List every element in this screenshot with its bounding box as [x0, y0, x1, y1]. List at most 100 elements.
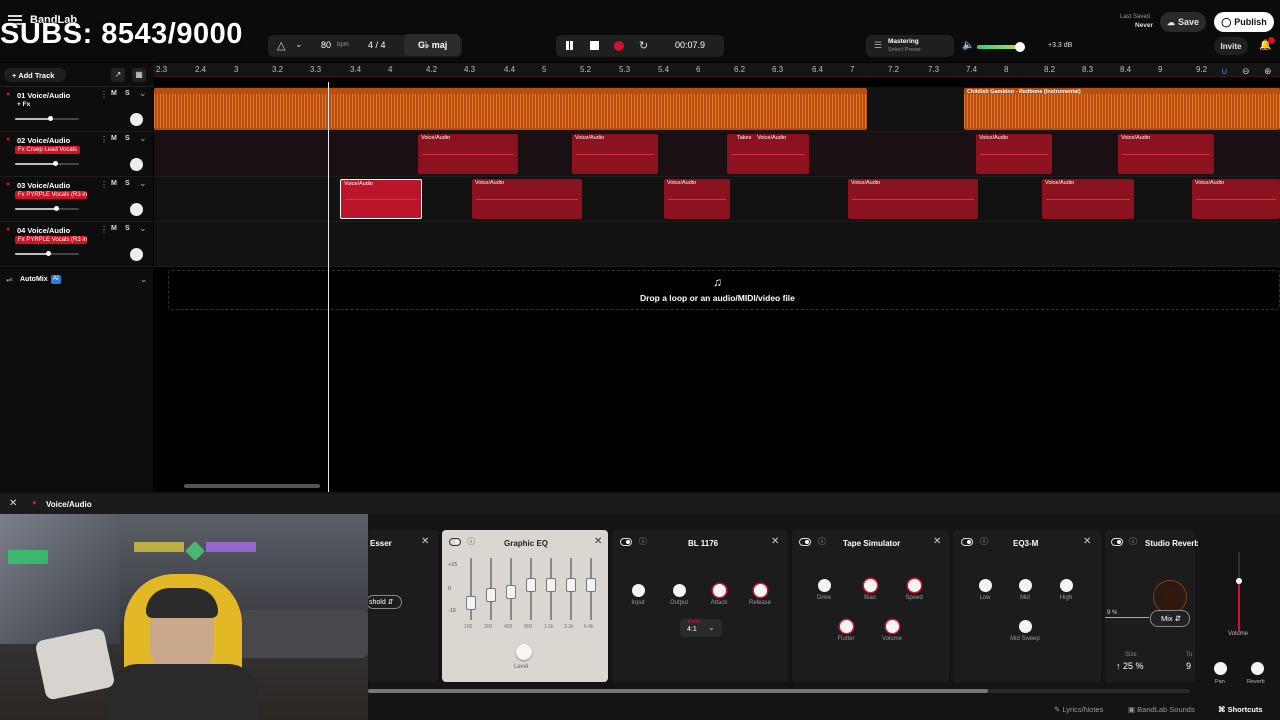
fx-preset-tag[interactable]: Fx Creep Lead Vocals	[15, 146, 81, 154]
eq-band-slider[interactable]	[526, 558, 536, 620]
info-icon[interactable]: ⓘ	[980, 536, 988, 547]
drop-zone[interactable]: ♫ Drop a loop or an audio/MIDI/video fil…	[168, 270, 1280, 310]
mute-button[interactable]: M	[111, 225, 117, 232]
invite-button[interactable]: Invite	[1214, 37, 1248, 55]
add-track-button[interactable]: + Add Track	[4, 68, 66, 82]
fx-tape-simulator[interactable]: ⓘ Tape Simulator ✕ Drive Bias Speed Flutter…	[792, 530, 949, 682]
close-icon[interactable]: ✕	[9, 498, 17, 509]
audio-clip[interactable]: Voice/Audio	[572, 134, 658, 174]
mute-button[interactable]: M	[111, 90, 117, 97]
volume-fader[interactable]	[1236, 552, 1242, 632]
close-icon[interactable]: ✕	[421, 536, 429, 547]
close-icon[interactable]: ✕	[1083, 536, 1091, 547]
more-icon[interactable]: ⋮	[100, 180, 108, 189]
toggle-icon[interactable]	[961, 538, 973, 546]
size-value[interactable]: ↑ 25 %	[1116, 661, 1144, 671]
chevron-down-icon[interactable]: ⌄	[140, 274, 148, 285]
audio-clip[interactable]: Voice/Audio	[472, 179, 582, 219]
mute-button[interactable]: M	[111, 180, 117, 187]
threshold-selector[interactable]: shold ⇵	[366, 595, 402, 609]
zoom-out-icon[interactable]: ⊖	[1242, 66, 1250, 77]
metronome-icon[interactable]: △	[277, 39, 285, 52]
solo-button[interactable]: S	[125, 180, 130, 187]
save-button[interactable]: ☁ Save	[1160, 12, 1206, 32]
fx-knob[interactable]	[864, 579, 877, 592]
chevron-down-icon[interactable]: ⌄	[295, 39, 303, 50]
bandlab-sounds-button[interactable]: ▣ BandLab Sounds	[1128, 705, 1195, 714]
fx-deesser[interactable]: Esser ✕ shold ⇵	[366, 530, 438, 682]
fx-scrollbar[interactable]	[368, 689, 1190, 693]
more-icon[interactable]: ⋮	[100, 135, 108, 144]
time-signature[interactable]: 4 / 4	[368, 40, 386, 50]
fx-knob[interactable]	[713, 584, 726, 597]
key-selector[interactable]: G♭ maj	[418, 40, 447, 51]
more-icon[interactable]: ⋮	[100, 225, 108, 234]
close-icon[interactable]: ✕	[933, 536, 941, 547]
eq-band-slider[interactable]	[506, 558, 516, 620]
info-icon[interactable]: ⓘ	[818, 536, 826, 547]
lane-track-3[interactable]: Voice/Audio Voice/Audio Voice/Audio Voice/A…	[154, 177, 1280, 222]
close-icon[interactable]: ✕	[771, 536, 779, 547]
track-header[interactable]: ● 03 Voice/Audio ⋮ M S ⌄ Fx PYRPLE Vocal…	[0, 177, 153, 222]
loop-icon[interactable]: ↻	[639, 39, 648, 52]
track-volume-slider[interactable]	[15, 116, 79, 121]
audio-clip[interactable]: Voice/Audio	[848, 179, 978, 219]
clip-track1-instrumental[interactable]: Childish Gambino - Redbone (Instrumental…	[964, 88, 1280, 130]
pan-knob[interactable]	[130, 203, 143, 216]
close-icon[interactable]: ✕	[594, 536, 602, 547]
eq-band-slider[interactable]	[466, 558, 476, 620]
fx-knob[interactable]	[886, 620, 899, 633]
audio-clip[interactable]: Voice/Audio	[1192, 179, 1280, 219]
track-volume-slider[interactable]	[15, 206, 79, 211]
fx-studio-reverb[interactable]: ⓘ Studio Reverb 9 % Mix ⇵ Size ↑ 25 % To…	[1105, 530, 1199, 682]
fx-preset-tag[interactable]: Fx PYRPLE Vocals (R3 in D...	[15, 236, 87, 244]
pan-knob[interactable]	[130, 248, 143, 261]
track-header[interactable]: ● 02 Voice/Audio ⋮ M S ⌄ Fx Creep Lead V…	[0, 132, 153, 177]
more-icon[interactable]: ⋮	[100, 90, 108, 99]
fx-bl1176[interactable]: ⓘ BL 1176 ✕ Input Output Attack Release Rat…	[612, 530, 788, 682]
chevron-down-icon[interactable]: ⌄	[139, 223, 147, 234]
lane-track-4[interactable]	[154, 222, 1280, 267]
audio-clip[interactable]: Voice/Audio Takes	[727, 134, 809, 174]
fx-knob[interactable]	[840, 620, 853, 633]
pan-knob[interactable]	[130, 158, 143, 171]
bpm-value[interactable]: 80	[321, 40, 331, 50]
pause-icon[interactable]	[566, 41, 569, 50]
track-header[interactable]: ● 01 Voice/Audio ⋮ M S ⌄ + Fx	[0, 87, 153, 132]
track-volume-slider[interactable]	[15, 161, 79, 166]
record-icon[interactable]	[614, 41, 624, 51]
toggle-icon[interactable]	[1111, 538, 1123, 546]
audio-clip[interactable]: Voice/Audio	[1118, 134, 1214, 174]
track-volume-slider[interactable]	[15, 251, 79, 256]
stop-icon[interactable]	[590, 41, 599, 50]
master-volume-slider[interactable]	[977, 42, 1025, 52]
audio-clip[interactable]: Voice/Audio	[1042, 179, 1134, 219]
fx-knob[interactable]	[673, 584, 686, 597]
eq-band-slider[interactable]	[566, 558, 576, 620]
lyrics-notes-button[interactable]: ✎ Lyrics/Notes	[1054, 705, 1103, 714]
track-name[interactable]: 02 Voice/Audio	[17, 136, 70, 145]
pan-knob[interactable]	[1214, 662, 1227, 675]
track-header[interactable]: ● 04 Voice/Audio ⋮ M S ⌄ Fx PYRPLE Vocal…	[0, 222, 153, 267]
info-icon[interactable]: ⓘ	[467, 536, 475, 547]
eq-band-slider[interactable]	[486, 558, 496, 620]
zoom-in-icon[interactable]: ⊕	[1264, 66, 1272, 77]
lane-track-1[interactable]: Childish Gambino - Redbone (Instrumental…	[154, 87, 1280, 132]
automation-icon[interactable]: ↗	[111, 68, 125, 82]
chevron-down-icon[interactable]: ⌄	[139, 88, 147, 99]
fx-knob[interactable]	[979, 579, 992, 592]
mute-button[interactable]: M	[111, 135, 117, 142]
shortcuts-button[interactable]: ⌘ Shortcuts	[1218, 705, 1263, 714]
fx-knob[interactable]	[1019, 579, 1032, 592]
chevron-down-icon[interactable]: ⌄	[139, 133, 147, 144]
reverb-mix-selector[interactable]: Mix ⇵	[1150, 610, 1190, 627]
solo-button[interactable]: S	[125, 135, 130, 142]
automix-label[interactable]: AutoMix	[20, 276, 48, 283]
eq-band-slider[interactable]	[546, 558, 556, 620]
fx-knob[interactable]	[754, 584, 767, 597]
fx-knob[interactable]	[818, 579, 831, 592]
pan-knob[interactable]	[130, 113, 143, 126]
fx-knob[interactable]	[908, 579, 921, 592]
reverb-send-knob[interactable]	[1251, 662, 1264, 675]
toggle-icon[interactable]	[620, 538, 632, 546]
